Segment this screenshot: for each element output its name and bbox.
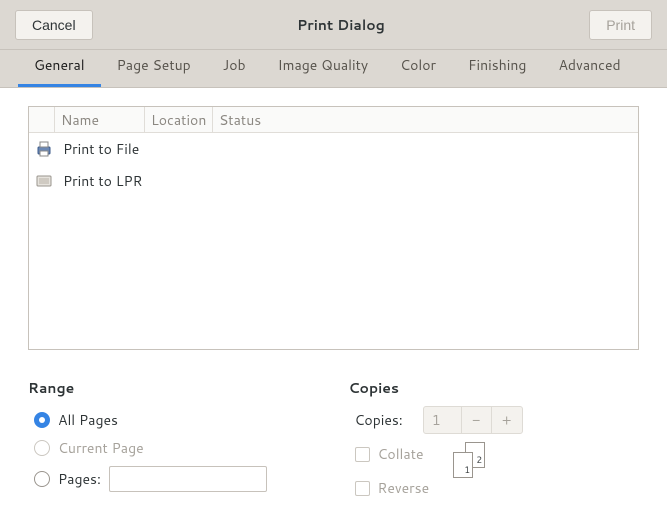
col-icon[interactable] xyxy=(29,107,55,132)
print-dialog: Cancel Print Dialog Print General Page S… xyxy=(0,0,667,532)
range-current-label: Current Page xyxy=(58,438,144,458)
copies-decrement[interactable]: − xyxy=(462,407,492,433)
range-pages-label: Pages: xyxy=(58,469,101,489)
printer-list: Name Location Status Print to File xyxy=(28,106,639,350)
col-name[interactable]: Name xyxy=(55,107,145,132)
reverse-label: Reverse xyxy=(378,478,430,498)
printer-row[interactable]: Print to LPR xyxy=(29,165,638,197)
tab-color[interactable]: Color xyxy=(384,45,452,87)
collate-label: Collate xyxy=(378,444,424,464)
printer-name: Print to LPR xyxy=(63,171,143,191)
collate-option: Collate xyxy=(355,440,430,468)
page-1-icon: 1 xyxy=(453,452,473,478)
printer-row[interactable]: Print to File xyxy=(29,133,638,165)
tab-general[interactable]: General xyxy=(18,45,101,87)
dialog-title: Print Dialog xyxy=(297,15,385,35)
copies-value[interactable]: 1 xyxy=(424,407,462,433)
radio-icon xyxy=(34,412,50,428)
dialog-header: Cancel Print Dialog Print xyxy=(0,0,667,50)
range-pages-option[interactable]: Pages: xyxy=(28,462,319,496)
range-title: Range xyxy=(28,378,319,398)
generic-printer-icon xyxy=(33,172,55,190)
tab-advanced[interactable]: Advanced xyxy=(542,45,636,87)
copies-spinner: 1 − + xyxy=(423,406,523,434)
checkbox-icon xyxy=(355,447,370,462)
radio-icon xyxy=(34,440,50,456)
cancel-button[interactable]: Cancel xyxy=(15,10,93,40)
copies-row: Copies: 1 − + xyxy=(349,406,640,434)
print-button[interactable]: Print xyxy=(589,10,652,40)
printer-icon xyxy=(33,140,55,158)
tab-job[interactable]: Job xyxy=(207,45,262,87)
radio-icon xyxy=(34,471,50,487)
copies-title: Copies xyxy=(349,378,640,398)
printer-name: Print to File xyxy=(63,139,139,159)
options: Range All Pages Current Page Pages: Copi… xyxy=(0,360,667,502)
range-all-label: All Pages xyxy=(58,410,118,430)
range-group: Range All Pages Current Page Pages: xyxy=(28,378,319,502)
printer-list-header: Name Location Status xyxy=(29,107,638,133)
col-location[interactable]: Location xyxy=(145,107,213,132)
copies-options: Collate Reverse 2 1 xyxy=(349,440,640,502)
tab-content: Name Location Status Print to File xyxy=(0,88,667,360)
printer-list-body: Print to File Print to LPR xyxy=(29,133,638,197)
copies-increment[interactable]: + xyxy=(492,407,522,433)
tab-bar: General Page Setup Job Image Quality Col… xyxy=(0,50,667,88)
pages-input[interactable] xyxy=(109,466,267,492)
tab-page-setup[interactable]: Page Setup xyxy=(101,45,207,87)
range-current-option: Current Page xyxy=(28,434,319,462)
reverse-option: Reverse xyxy=(355,474,430,502)
tab-image-quality[interactable]: Image Quality xyxy=(262,45,385,87)
collate-icon: 2 1 xyxy=(453,442,491,482)
range-all-option[interactable]: All Pages xyxy=(28,406,319,434)
copies-group: Copies Copies: 1 − + Collate Re xyxy=(349,378,640,502)
tab-finishing[interactable]: Finishing xyxy=(452,45,542,87)
col-status[interactable]: Status xyxy=(213,107,638,132)
checkbox-icon xyxy=(355,481,370,496)
copies-label: Copies: xyxy=(355,410,403,430)
